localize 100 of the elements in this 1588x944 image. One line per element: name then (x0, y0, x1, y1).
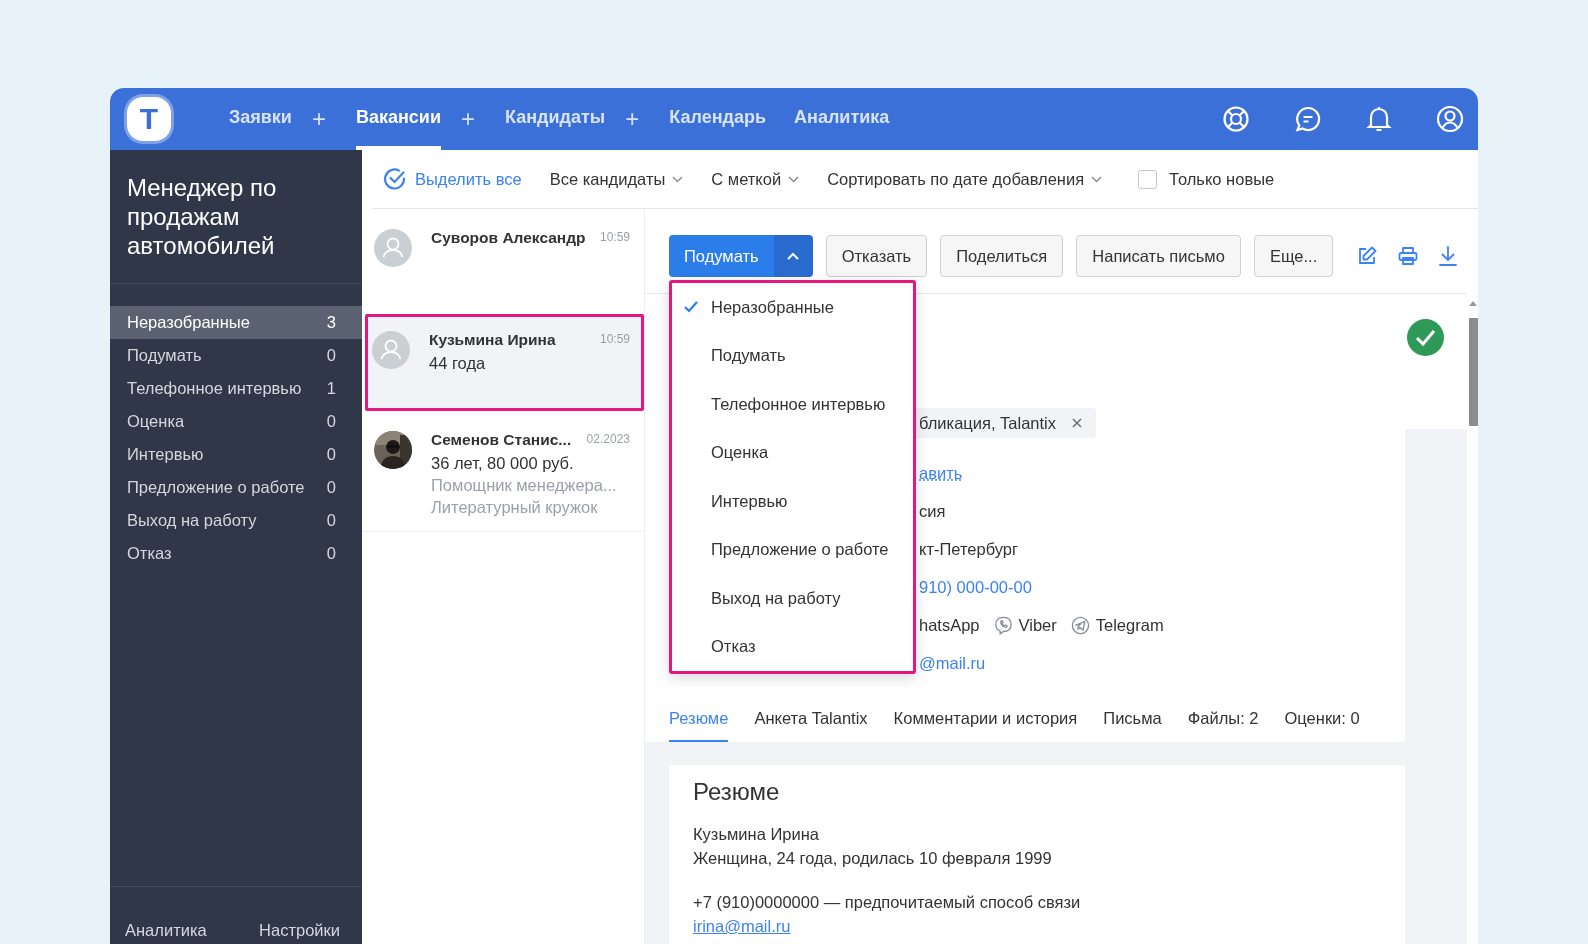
stage-item[interactable]: Выход на работу 0 (110, 504, 362, 537)
stage-label: Неразобранные (127, 313, 250, 332)
select-all-button[interactable]: Выделить все (383, 167, 522, 191)
messenger-label: hatsApp (919, 615, 980, 635)
footer-link[interactable]: Аналитика (125, 921, 207, 940)
avatar-icon (374, 229, 412, 267)
stage-label: Подумать (127, 346, 202, 365)
candidate-name: Суворов Александр (431, 229, 586, 247)
logo[interactable]: T (127, 97, 171, 141)
email-link[interactable]: irina@mail.ru (693, 914, 791, 938)
menu-item[interactable]: Телефонное интервью (672, 380, 913, 429)
resume-text: +7 (910)0000000 — предпочитаемый способ связи (693, 892, 1082, 913)
stage-item[interactable]: Телефонное интервью 1 (110, 372, 362, 405)
action-button[interactable]: Поделиться (940, 235, 1064, 277)
nav-tab[interactable]: Календарь (669, 88, 767, 150)
avatar-icon (372, 331, 410, 369)
resume-text: Кузьмина Ирина (693, 824, 820, 845)
stage-item[interactable]: Оценка 0 (110, 405, 362, 438)
chevron-down-icon (1091, 175, 1103, 183)
caret-button[interactable] (773, 235, 813, 277)
stage-item[interactable]: Подумать 0 (110, 339, 362, 372)
check-icon (1407, 319, 1444, 356)
detail-tab[interactable]: Письма (1103, 697, 1162, 742)
action-button[interactable]: Отказать (825, 235, 928, 277)
user-icon[interactable] (1436, 105, 1464, 133)
detail-tab[interactable]: Комментарии и история (893, 697, 1078, 742)
menu-item[interactable]: Предложение о работе (672, 525, 913, 574)
detail-tab[interactable]: Оценки: 0 (1284, 697, 1360, 742)
stage-label: Отказ (127, 544, 172, 563)
candidate-info: 36 лет, 80 000 руб. (431, 454, 575, 473)
filter-dropdown[interactable]: С меткой (711, 169, 800, 189)
candidate-card[interactable]: Кузьмина Ирина 10:59 44 года (365, 314, 644, 411)
resume-heading: Резюме (693, 780, 781, 804)
close-icon[interactable] (1072, 418, 1083, 428)
stage-count: 3 (326, 313, 336, 332)
messenger-label: Telegram (1095, 615, 1164, 635)
tag-label: бликация, Talantix (919, 413, 1057, 433)
stage-item[interactable]: Неразобранные 3 (110, 306, 362, 339)
city-text: кт-Петербург (919, 539, 1019, 559)
candidate-time: 10:59 (598, 331, 630, 346)
phone-link[interactable]: 910) 000-00-00 (919, 577, 1032, 597)
candidate-name: Семенов Станис... (431, 431, 572, 449)
candidate-time: 02.2023 (585, 431, 630, 446)
candidate-note: Литературный кружок (431, 498, 599, 517)
filter-dropdown[interactable]: Все кандидаты (549, 169, 684, 189)
stage-count: 0 (326, 544, 336, 563)
menu-item[interactable]: Отказ (672, 622, 913, 671)
menu-item[interactable]: Выход на работу (672, 574, 913, 623)
messenger-label: Viber (1018, 615, 1057, 635)
email-link[interactable]: @mail.ru (919, 653, 986, 673)
telegram-icon[interactable] (1070, 615, 1090, 635)
action-button[interactable]: Еще... (1253, 235, 1334, 277)
country-text: сия (919, 501, 946, 521)
nav-tab[interactable]: Заявки (229, 88, 292, 150)
add-button[interactable]: + (311, 107, 326, 131)
checkbox[interactable] (1138, 169, 1158, 189)
candidate-note: Помощник менеджера... (431, 476, 618, 495)
stage-label: Выход на работу (127, 511, 257, 530)
edit-link[interactable]: авить (919, 463, 963, 483)
menu-item[interactable]: Неразобранные (672, 283, 913, 332)
detail-tab[interactable]: Файлы: 2 (1187, 697, 1259, 742)
download-icon[interactable] (1439, 246, 1458, 266)
chevron-down-icon (672, 175, 684, 183)
menu-item[interactable]: Подумать (672, 331, 913, 380)
stage-count: 0 (326, 412, 336, 431)
stage-count: 0 (326, 511, 336, 530)
vacancy-title: Менеджер по продажам автомобилей (110, 150, 362, 284)
candidate-card[interactable]: Семенов Станис... 02.2023 36 лет, 80 000 руб. Помощник менеджера... Литературный кружок (362, 411, 644, 532)
stage-item[interactable]: Отказ 0 (110, 537, 362, 570)
filter-dropdown[interactable]: Сортировать по дате добавления (827, 169, 1103, 189)
add-button[interactable]: + (461, 107, 475, 131)
stage-item[interactable]: Интервью 0 (110, 438, 362, 471)
caret-icon (787, 252, 800, 260)
checkbox-label: Только новые (1169, 169, 1275, 189)
viber-icon[interactable] (993, 615, 1013, 635)
stage-item[interactable]: Предложение о работе 0 (110, 471, 362, 504)
action-button[interactable]: Написать письмо (1076, 235, 1241, 277)
stage-count: 0 (326, 445, 336, 464)
footer-link[interactable]: Настройки (259, 921, 340, 940)
stage-count: 0 (326, 346, 336, 365)
add-button[interactable]: + (625, 107, 640, 131)
candidate-card[interactable]: Суворов Александр 10:59 (362, 209, 644, 314)
chat-icon[interactable] (1294, 105, 1322, 133)
print-icon[interactable] (1398, 246, 1419, 266)
candidate-name: Кузьмина Ирина (429, 331, 556, 349)
candidate-info: 44 года (429, 354, 487, 373)
candidate-time: 10:59 (598, 229, 630, 244)
edit-icon[interactable] (1357, 246, 1378, 266)
menu-item[interactable]: Оценка (672, 428, 913, 477)
stage-label: Предложение о работе (127, 478, 305, 497)
resume-text: Женщина, 24 года, родилась 10 февраля 1999 (693, 848, 1053, 869)
detail-tab[interactable]: Анкета Talantix (754, 697, 868, 742)
menu-item[interactable]: Интервью (672, 477, 913, 526)
stage-button[interactable]: Подумать (669, 235, 774, 277)
check-circle-icon (383, 167, 407, 191)
stage-count: 0 (326, 478, 336, 497)
bell-icon[interactable] (1366, 105, 1392, 133)
nav-tab[interactable]: Аналитика (794, 88, 890, 150)
lifebuoy-icon[interactable] (1222, 105, 1250, 133)
nav-tab[interactable]: Кандидаты (505, 88, 606, 150)
